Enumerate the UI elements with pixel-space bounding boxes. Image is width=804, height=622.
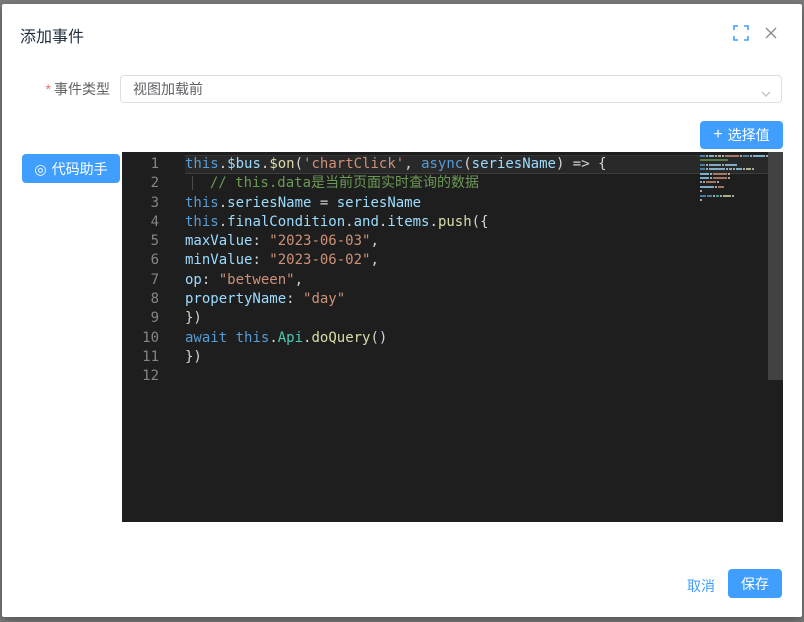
plus-icon: + [713, 127, 722, 143]
event-type-select[interactable]: 视图加载前 [120, 75, 782, 103]
line-number: 11 [122, 348, 159, 367]
code-assistant-button[interactable]: ◎ 代码助手 [22, 154, 120, 183]
add-event-dialog: 添加事件 *事件类型 视图加载前 + 选择值 ◎ 代码助手 1234567891… [2, 4, 802, 617]
line-number: 5 [122, 232, 159, 251]
required-asterisk: * [46, 81, 51, 97]
code-assistant-label: 代码助手 [52, 159, 108, 179]
event-type-label: *事件类型 [2, 75, 110, 103]
select-value-label: 选择值 [728, 125, 770, 145]
minimap-line [700, 203, 768, 207]
code-line[interactable]: this.finalCondition.and.items.push({ [185, 213, 783, 232]
code-editor[interactable]: 123456789101112 this.$bus.$on('chartClic… [122, 152, 783, 522]
code-line[interactable]: this.seriesName = seriesName [185, 194, 783, 213]
code-line[interactable]: // this.data是当前页面实时查询的数据 [185, 174, 783, 193]
code-line[interactable]: }) [185, 309, 783, 328]
cancel-button[interactable]: 取消 [687, 576, 715, 596]
gutter: 123456789101112 [122, 155, 159, 387]
event-type-selected-value: 视图加载前 [133, 81, 203, 97]
line-number: 3 [122, 194, 159, 213]
chevron-down-icon [759, 83, 773, 109]
code-line[interactable]: this.$bus.$on('chartClick', async(series… [185, 155, 783, 174]
line-number: 7 [122, 271, 159, 290]
code-line[interactable]: maxValue: "2023-06-03", [185, 232, 783, 251]
code-line[interactable] [185, 367, 783, 386]
fullscreen-icon[interactable] [733, 25, 749, 41]
code-line[interactable]: propertyName: "day" [185, 290, 783, 309]
code-lines[interactable]: this.$bus.$on('chartClick', async(series… [185, 155, 783, 387]
target-icon: ◎ [34, 162, 46, 176]
minimap-slider[interactable] [768, 152, 783, 380]
close-icon[interactable] [762, 24, 780, 42]
code-line[interactable]: minValue: "2023-06-02", [185, 251, 783, 270]
code-line[interactable]: }) [185, 348, 783, 367]
select-value-button[interactable]: + 选择值 [700, 121, 783, 149]
dialog-title: 添加事件 [20, 23, 84, 47]
line-number: 4 [122, 213, 159, 232]
code-line[interactable]: op: "between", [185, 271, 783, 290]
line-number: 12 [122, 367, 159, 386]
line-number: 9 [122, 309, 159, 328]
line-number: 10 [122, 329, 159, 348]
line-number: 8 [122, 290, 159, 309]
line-number: 2 [122, 174, 159, 193]
line-number: 1 [122, 155, 159, 174]
code-line[interactable]: await this.Api.doQuery() [185, 329, 783, 348]
minimap[interactable] [700, 155, 768, 208]
save-button[interactable]: 保存 [728, 569, 782, 598]
event-type-label-text: 事件类型 [54, 81, 110, 97]
line-number: 6 [122, 251, 159, 270]
